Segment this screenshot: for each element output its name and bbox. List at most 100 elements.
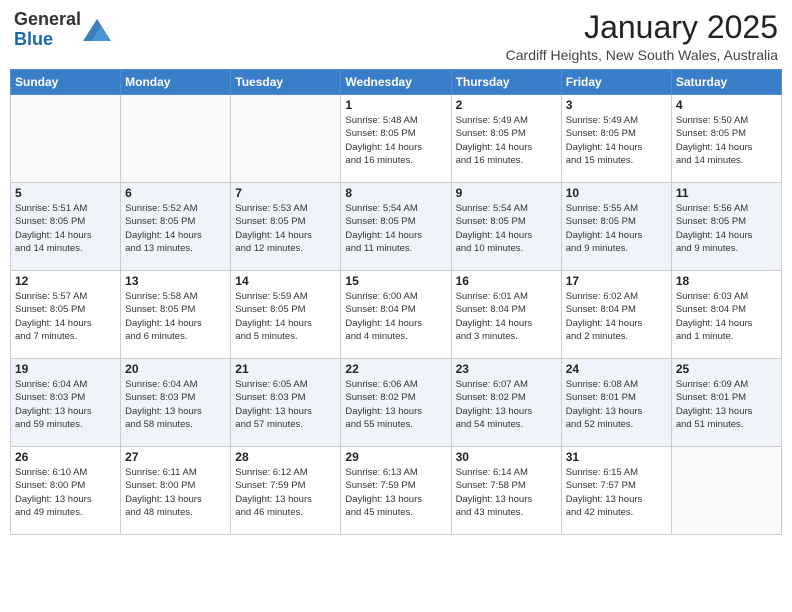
day-number: 11 <box>676 186 777 200</box>
day-detail: Sunrise: 6:01 AM Sunset: 8:04 PM Dayligh… <box>456 290 557 343</box>
day-detail: Sunrise: 6:06 AM Sunset: 8:02 PM Dayligh… <box>345 378 446 431</box>
day-number: 9 <box>456 186 557 200</box>
calendar-cell <box>121 95 231 183</box>
day-detail: Sunrise: 5:50 AM Sunset: 8:05 PM Dayligh… <box>676 114 777 167</box>
day-detail: Sunrise: 6:03 AM Sunset: 8:04 PM Dayligh… <box>676 290 777 343</box>
day-number: 31 <box>566 450 667 464</box>
logo: General Blue <box>14 10 111 50</box>
day-number: 13 <box>125 274 226 288</box>
weekday-header-thursday: Thursday <box>451 70 561 95</box>
page-header: General Blue January 2025 Cardiff Height… <box>10 10 782 63</box>
calendar-cell: 21 Sunrise: 6:05 AM Sunset: 8:03 PM Dayli… <box>231 359 341 447</box>
day-detail: Sunrise: 6:10 AM Sunset: 8:00 PM Dayligh… <box>15 466 116 519</box>
day-detail: Sunrise: 6:12 AM Sunset: 7:59 PM Dayligh… <box>235 466 336 519</box>
logo-icon <box>83 19 111 41</box>
location-subtitle: Cardiff Heights, New South Wales, Austra… <box>506 47 778 63</box>
calendar-cell: 28Sunrise: 6:12 AM Sunset: 7:59 PM Dayli… <box>231 447 341 535</box>
calendar-cell: 1 Sunrise: 5:48 AM Sunset: 8:05 PM Daylig… <box>341 95 451 183</box>
day-detail: Sunrise: 6:13 AM Sunset: 7:59 PM Dayligh… <box>345 466 446 519</box>
day-detail: Sunrise: 5:51 AM Sunset: 8:05 PM Dayligh… <box>15 202 116 255</box>
calendar-cell: 3 Sunrise: 5:49 AM Sunset: 8:05 PM Daylig… <box>561 95 671 183</box>
calendar-cell: 17Sunrise: 6:02 AM Sunset: 8:04 PM Dayli… <box>561 271 671 359</box>
day-detail: Sunrise: 5:49 AM Sunset: 8:05 PM Dayligh… <box>456 114 557 167</box>
day-number: 12 <box>15 274 116 288</box>
day-number: 18 <box>676 274 777 288</box>
day-detail: Sunrise: 6:11 AM Sunset: 8:00 PM Dayligh… <box>125 466 226 519</box>
calendar-cell: 20Sunrise: 6:04 AM Sunset: 8:03 PM Dayli… <box>121 359 231 447</box>
calendar-cell: 30 Sunrise: 6:14 AM Sunset: 7:58 PM Dayli… <box>451 447 561 535</box>
calendar-cell: 22 Sunrise: 6:06 AM Sunset: 8:02 PM Dayli… <box>341 359 451 447</box>
day-number: 19 <box>15 362 116 376</box>
day-number: 6 <box>125 186 226 200</box>
logo-blue-text: Blue <box>14 29 53 49</box>
week-row-1: 1 Sunrise: 5:48 AM Sunset: 8:05 PM Daylig… <box>11 95 782 183</box>
calendar-cell: 6 Sunrise: 5:52 AM Sunset: 8:05 PM Daylig… <box>121 183 231 271</box>
week-row-4: 19 Sunrise: 6:04 AM Sunset: 8:03 PM Dayli… <box>11 359 782 447</box>
day-number: 17 <box>566 274 667 288</box>
day-detail: Sunrise: 5:49 AM Sunset: 8:05 PM Dayligh… <box>566 114 667 167</box>
calendar-cell: 26 Sunrise: 6:10 AM Sunset: 8:00 PM Dayli… <box>11 447 121 535</box>
day-number: 14 <box>235 274 336 288</box>
calendar-cell: 24Sunrise: 6:08 AM Sunset: 8:01 PM Dayli… <box>561 359 671 447</box>
calendar-cell: 19Sunrise: 6:04 AM Sunset: 8:03 PM Dayli… <box>11 359 121 447</box>
day-number: 16 <box>456 274 557 288</box>
logo-general-text: General <box>14 9 81 29</box>
day-number: 21 <box>235 362 336 376</box>
day-detail: Sunrise: 5:54 AM Sunset: 8:05 PM Dayligh… <box>345 202 446 255</box>
weekday-header-friday: Friday <box>561 70 671 95</box>
day-number: 23 <box>456 362 557 376</box>
day-detail: Sunrise: 6:07 AM Sunset: 8:02 PM Dayligh… <box>456 378 557 431</box>
day-detail: Sunrise: 5:54 AM Sunset: 8:05 PM Dayligh… <box>456 202 557 255</box>
day-detail: Sunrise: 5:52 AM Sunset: 8:05 PM Dayligh… <box>125 202 226 255</box>
calendar-cell <box>671 447 781 535</box>
calendar-cell: 25Sunrise: 6:09 AM Sunset: 8:01 PM Dayli… <box>671 359 781 447</box>
day-number: 3 <box>566 98 667 112</box>
calendar-cell: 15Sunrise: 6:00 AM Sunset: 8:04 PM Dayli… <box>341 271 451 359</box>
day-number: 15 <box>345 274 446 288</box>
day-number: 26 <box>15 450 116 464</box>
calendar-cell: 9 Sunrise: 5:54 AM Sunset: 8:05 PM Daylig… <box>451 183 561 271</box>
day-number: 5 <box>15 186 116 200</box>
calendar-cell: 16 Sunrise: 6:01 AM Sunset: 8:04 PM Dayli… <box>451 271 561 359</box>
day-detail: Sunrise: 6:14 AM Sunset: 7:58 PM Dayligh… <box>456 466 557 519</box>
calendar-cell: 12Sunrise: 5:57 AM Sunset: 8:05 PM Dayli… <box>11 271 121 359</box>
day-number: 27 <box>125 450 226 464</box>
day-number: 7 <box>235 186 336 200</box>
calendar-cell: 10 Sunrise: 5:55 AM Sunset: 8:05 PM Dayli… <box>561 183 671 271</box>
calendar-cell: 2 Sunrise: 5:49 AM Sunset: 8:05 PM Daylig… <box>451 95 561 183</box>
day-number: 29 <box>345 450 446 464</box>
week-row-2: 5 Sunrise: 5:51 AM Sunset: 8:05 PM Daylig… <box>11 183 782 271</box>
day-detail: Sunrise: 5:56 AM Sunset: 8:05 PM Dayligh… <box>676 202 777 255</box>
week-row-5: 26 Sunrise: 6:10 AM Sunset: 8:00 PM Dayli… <box>11 447 782 535</box>
calendar-cell: 5 Sunrise: 5:51 AM Sunset: 8:05 PM Daylig… <box>11 183 121 271</box>
calendar-cell <box>231 95 341 183</box>
calendar-cell: 7 Sunrise: 5:53 AM Sunset: 8:05 PM Daylig… <box>231 183 341 271</box>
title-block: January 2025 Cardiff Heights, New South … <box>506 10 778 63</box>
day-number: 24 <box>566 362 667 376</box>
day-detail: Sunrise: 5:58 AM Sunset: 8:05 PM Dayligh… <box>125 290 226 343</box>
day-number: 30 <box>456 450 557 464</box>
day-number: 2 <box>456 98 557 112</box>
day-detail: Sunrise: 6:04 AM Sunset: 8:03 PM Dayligh… <box>125 378 226 431</box>
month-title: January 2025 <box>506 10 778 45</box>
calendar-cell: 18 Sunrise: 6:03 AM Sunset: 8:04 PM Dayli… <box>671 271 781 359</box>
day-detail: Sunrise: 5:48 AM Sunset: 8:05 PM Dayligh… <box>345 114 446 167</box>
calendar-cell: 11 Sunrise: 5:56 AM Sunset: 8:05 PM Dayli… <box>671 183 781 271</box>
day-detail: Sunrise: 5:53 AM Sunset: 8:05 PM Dayligh… <box>235 202 336 255</box>
calendar-cell: 13 Sunrise: 5:58 AM Sunset: 8:05 PM Dayli… <box>121 271 231 359</box>
day-number: 22 <box>345 362 446 376</box>
day-detail: Sunrise: 5:59 AM Sunset: 8:05 PM Dayligh… <box>235 290 336 343</box>
calendar-cell: 29 Sunrise: 6:13 AM Sunset: 7:59 PM Dayli… <box>341 447 451 535</box>
day-detail: Sunrise: 6:15 AM Sunset: 7:57 PM Dayligh… <box>566 466 667 519</box>
day-detail: Sunrise: 6:09 AM Sunset: 8:01 PM Dayligh… <box>676 378 777 431</box>
week-row-3: 12Sunrise: 5:57 AM Sunset: 8:05 PM Dayli… <box>11 271 782 359</box>
weekday-header-row: SundayMondayTuesdayWednesdayThursdayFrid… <box>11 70 782 95</box>
calendar-cell: 8Sunrise: 5:54 AM Sunset: 8:05 PM Daylig… <box>341 183 451 271</box>
day-detail: Sunrise: 5:55 AM Sunset: 8:05 PM Dayligh… <box>566 202 667 255</box>
day-number: 10 <box>566 186 667 200</box>
weekday-header-monday: Monday <box>121 70 231 95</box>
day-number: 1 <box>345 98 446 112</box>
day-detail: Sunrise: 6:05 AM Sunset: 8:03 PM Dayligh… <box>235 378 336 431</box>
day-number: 4 <box>676 98 777 112</box>
calendar-cell: 4 Sunrise: 5:50 AM Sunset: 8:05 PM Daylig… <box>671 95 781 183</box>
